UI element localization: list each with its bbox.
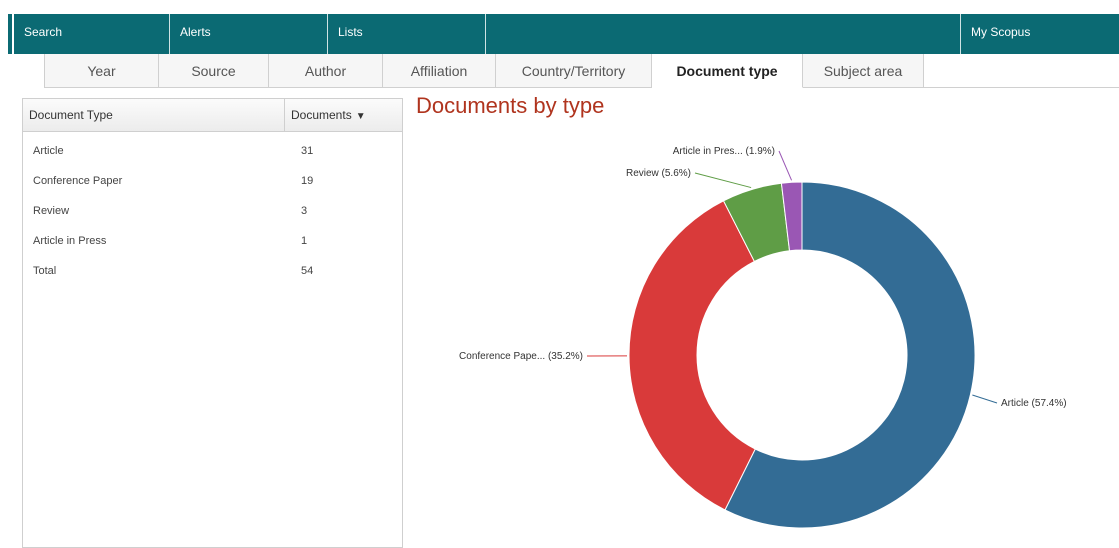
row-type: Total	[23, 256, 285, 286]
tab-document-type[interactable]: Document type	[652, 54, 803, 88]
tab-affiliation[interactable]: Affiliation	[383, 54, 496, 88]
tab-source[interactable]: Source	[159, 54, 269, 88]
nav-stripe	[8, 14, 12, 54]
slice-label: Review (5.6%)	[626, 168, 691, 179]
row-count: 1	[285, 226, 307, 256]
table-row: Conference Paper 19	[23, 166, 402, 196]
analysis-tabs: Year Source Author Affiliation Country/T…	[44, 54, 924, 88]
slice-label: Conference Pape... (35.2%)	[459, 351, 583, 362]
slice-label: Article (57.4%)	[1001, 398, 1067, 409]
table-row-total: Total 54	[23, 256, 402, 286]
table-row: Review 3	[23, 196, 402, 226]
table-body: Article 31 Conference Paper 19 Review 3 …	[23, 132, 402, 286]
nav-search[interactable]: Search	[14, 14, 170, 54]
row-type: Article	[23, 136, 285, 166]
row-count: 31	[285, 136, 313, 166]
row-type: Article in Press	[23, 226, 285, 256]
nav-blank	[486, 14, 961, 54]
row-count: 3	[285, 196, 307, 226]
nav-alerts[interactable]: Alerts	[170, 14, 328, 54]
row-type: Review	[23, 196, 285, 226]
nav-lists[interactable]: Lists	[328, 14, 486, 54]
slice-leader-line	[779, 151, 792, 180]
donut-slice[interactable]	[629, 201, 755, 510]
row-count: 54	[285, 256, 313, 286]
nav-spacer	[0, 14, 8, 54]
tab-year[interactable]: Year	[45, 54, 159, 88]
tab-country-territory[interactable]: Country/Territory	[496, 54, 652, 88]
table-row: Article in Press 1	[23, 226, 402, 256]
donut-chart: Article (57.4%) Conference Pape... (35.2%…	[403, 120, 1119, 536]
top-nav: Search Alerts Lists My Scopus	[0, 14, 1119, 54]
row-type: Conference Paper	[23, 166, 285, 196]
row-count: 19	[285, 166, 313, 196]
col-documents[interactable]: Documents ▼	[285, 99, 366, 131]
tab-author[interactable]: Author	[269, 54, 383, 88]
tab-subject-area[interactable]: Subject area	[803, 54, 924, 88]
table-header: Document Type Documents ▼	[23, 99, 402, 132]
slice-leader-line	[972, 395, 997, 403]
nav-my-scopus[interactable]: My Scopus	[961, 14, 1119, 54]
sort-desc-icon[interactable]: ▼	[356, 111, 366, 122]
slice-leader-line	[695, 173, 751, 188]
slice-label: Article in Pres... (1.9%)	[673, 146, 775, 157]
document-type-table: Document Type Documents ▼ Article 31 Conf…	[22, 98, 403, 548]
chart-title: Documents by type	[416, 93, 604, 119]
col-documents-label: Documents	[291, 108, 352, 122]
col-document-type[interactable]: Document Type	[23, 99, 285, 131]
tabs-rule	[923, 87, 1119, 88]
table-row: Article 31	[23, 136, 402, 166]
